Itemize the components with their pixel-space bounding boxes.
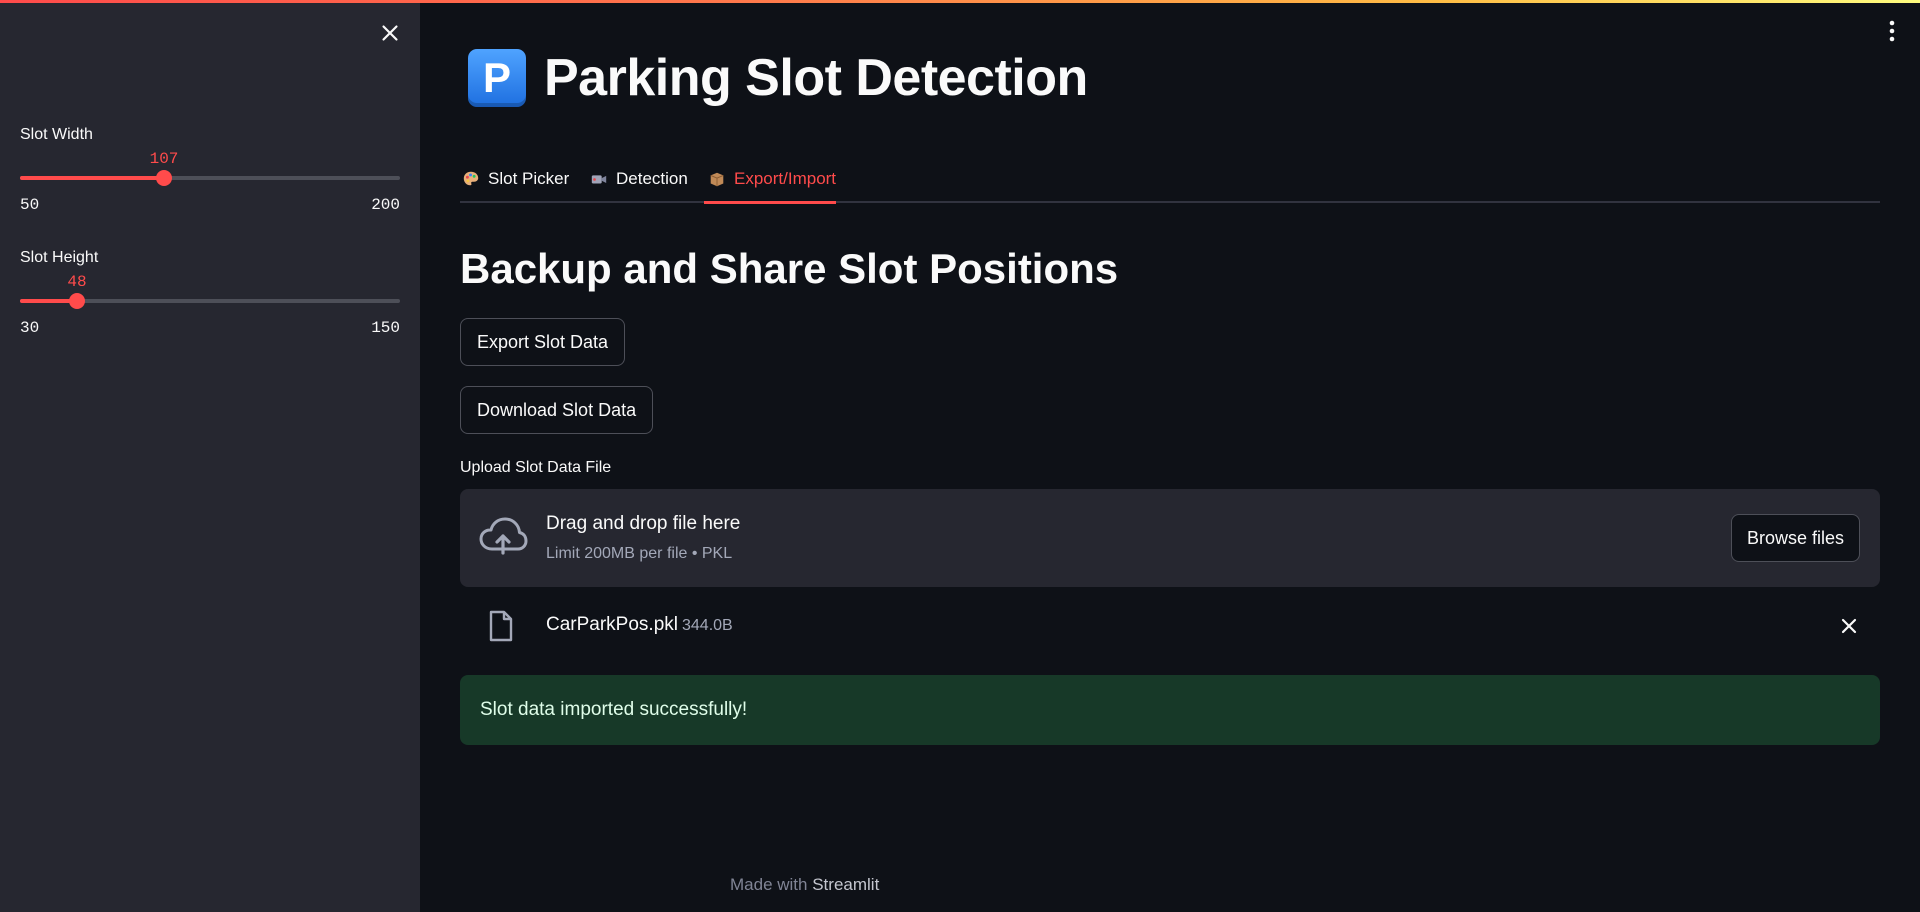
tab-bar: Slot Picker Detection Export/Import [460, 155, 1880, 204]
tab-label: Slot Picker [488, 169, 570, 188]
slider-min: 30 [20, 319, 40, 337]
main-content: P Parking Slot Detection Slot Picker Det… [460, 0, 1880, 912]
slider-label: Slot Width [20, 126, 93, 143]
footer-brand-link[interactable]: Streamlit [812, 875, 879, 894]
slot-height-slider: Slot Height 48 30 150 [20, 249, 400, 349]
uploaded-file-name: CarParkPos.pkl [546, 614, 678, 635]
slider-track[interactable] [20, 170, 400, 186]
uploaded-file-row: CarParkPos.pkl 344.0B [460, 601, 1880, 651]
download-slot-data-button[interactable]: Download Slot Data [460, 386, 654, 434]
parking-p-icon: P [468, 49, 526, 107]
tab-label: Detection [616, 169, 688, 188]
cloud-upload-icon [478, 515, 528, 559]
file-uploader-label: Upload Slot Data File [460, 459, 612, 476]
video-camera-icon [591, 175, 607, 184]
footer: Made with Streamlit [730, 875, 879, 895]
slider-max: 200 [371, 196, 400, 214]
success-alert: Slot data imported successfully! [460, 675, 1880, 745]
browse-files-button[interactable]: Browse files [1730, 514, 1860, 562]
slot-width-slider: Slot Width 107 50 200 [20, 126, 400, 226]
dropzone-title: Drag and drop file here [546, 513, 741, 534]
more-vertical-icon [1889, 20, 1895, 42]
palette-icon [463, 171, 479, 186]
page-title: P Parking Slot Detection [468, 48, 1088, 108]
footer-prefix: Made with [730, 875, 808, 894]
dropzone-subtitle: Limit 200MB per file • PKL [546, 545, 733, 562]
slider-min: 50 [20, 196, 40, 214]
remove-file-button[interactable] [1838, 615, 1860, 637]
close-icon [1841, 618, 1857, 634]
close-icon [382, 25, 398, 41]
file-icon [488, 610, 514, 642]
top-decoration-bar [0, 0, 1920, 3]
slider-fill [20, 176, 164, 180]
slider-max: 150 [371, 319, 400, 337]
slider-value: 107 [149, 150, 179, 168]
main-menu-button[interactable] [1882, 18, 1902, 44]
success-message: Slot data imported successfully! [480, 699, 748, 720]
tab-export-import[interactable]: Export/Import [706, 155, 838, 203]
file-dropzone[interactable]: Drag and drop file here Limit 200MB per … [460, 489, 1880, 587]
slider-thumb[interactable] [69, 293, 85, 309]
tab-label: Export/Import [734, 169, 837, 188]
active-tab-indicator [704, 201, 836, 204]
tab-slot-picker[interactable]: Slot Picker [460, 155, 571, 203]
export-slot-data-button[interactable]: Export Slot Data [460, 318, 626, 366]
section-heading: Backup and Share Slot Positions [460, 245, 1119, 292]
sidebar: Slot Width 107 50 200 Slot Height 48 30 … [0, 0, 420, 912]
package-icon [710, 172, 724, 187]
tab-detection[interactable]: Detection [588, 155, 690, 203]
slider-track[interactable] [20, 293, 400, 309]
slider-label: Slot Height [20, 249, 99, 266]
slider-value: 48 [67, 273, 87, 291]
close-sidebar-button[interactable] [377, 20, 403, 46]
uploaded-file-size: 344.0B [682, 617, 733, 634]
page-title-text: Parking Slot Detection [544, 49, 1088, 107]
slider-thumb[interactable] [156, 170, 172, 186]
